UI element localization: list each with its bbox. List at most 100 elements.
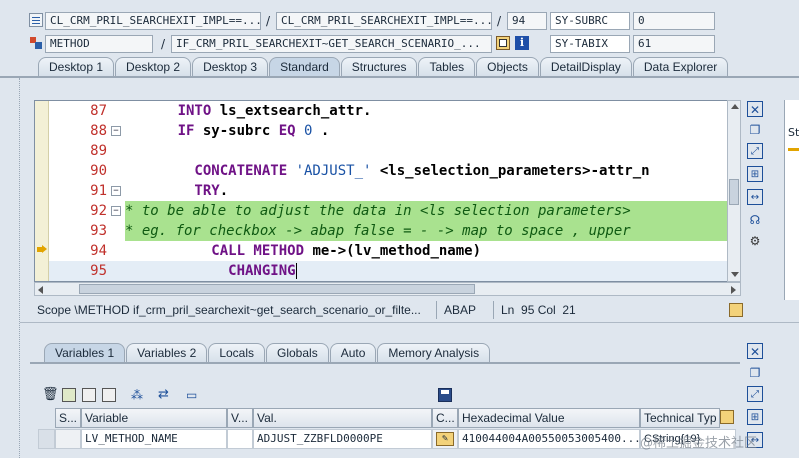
col-header-change[interactable]: C... <box>432 408 458 428</box>
swap-icon[interactable]: ⇄ <box>158 388 172 402</box>
tab-desktop-2[interactable]: Desktop 2 <box>115 57 192 77</box>
tab-objects[interactable]: Objects <box>476 57 539 77</box>
delete-icon[interactable]: 🗑 <box>42 388 59 402</box>
fold-toggle-icon[interactable]: − <box>111 126 121 136</box>
code-line[interactable]: 93 * eg. for checkbox -> abap false = - -… <box>90 221 728 241</box>
sysvar-name-field[interactable]: SY-SUBRC <box>550 12 630 30</box>
tab-strip-baseline <box>0 76 799 78</box>
type-field[interactable]: METHOD <box>45 35 153 53</box>
tab-structures[interactable]: Structures <box>340 57 418 77</box>
col-header-v[interactable]: V... <box>227 408 253 428</box>
resize-icon[interactable]: ↔ <box>747 189 763 205</box>
fold-toggle-icon[interactable]: − <box>111 186 121 196</box>
scroll-right-icon[interactable] <box>731 286 736 294</box>
code-token: <ls_selection_parameters>-attr_n <box>371 163 650 179</box>
line-number: 95 <box>90 263 107 279</box>
col-header-status[interactable]: S... <box>55 408 81 428</box>
separator: / <box>161 37 166 51</box>
info-icon[interactable]: i <box>515 36 529 50</box>
expand-icon[interactable]: ⊞ <box>747 166 763 182</box>
save-icon[interactable] <box>438 388 452 402</box>
folder-icon[interactable]: ▭ <box>186 388 200 402</box>
export-icon[interactable] <box>82 388 96 402</box>
copy-icon[interactable]: ❐ <box>747 122 763 138</box>
code-token: * to be able to adjust the data in <ls s… <box>125 203 631 219</box>
code-line[interactable]: 94 CALL METHOD me->(lv_method_name) <box>49 241 740 261</box>
tree-icon[interactable]: ⚙ <box>747 233 763 249</box>
code-text: TRY. <box>127 181 228 201</box>
column-settings-icon[interactable] <box>720 410 734 424</box>
code-text: INTO ls_extsearch_attr. <box>127 101 372 121</box>
cell-status <box>55 429 81 449</box>
tab-globals[interactable]: Globals <box>266 343 329 363</box>
code-line[interactable]: 95 CHANGING <box>49 261 740 281</box>
sysvar2-value-field[interactable]: 61 <box>633 35 715 53</box>
scroll-up-icon[interactable] <box>731 104 739 109</box>
include-field[interactable]: CL_CRM_PRIL_SEARCHEXIT_IMPL==... <box>276 12 492 30</box>
cell-value[interactable]: ADJUST_ZZBFLD0000PE <box>253 429 432 449</box>
tab-variables-2[interactable]: Variables 2 <box>126 343 208 363</box>
tab-standard[interactable]: Standard <box>269 57 340 77</box>
cell-edit[interactable]: ✎ <box>432 429 458 449</box>
line-number: 89 <box>90 143 107 159</box>
sysvar-value-field[interactable]: 0 <box>633 12 715 30</box>
tab-locals[interactable]: Locals <box>208 343 265 363</box>
copy-icon[interactable]: ❐ <box>747 365 763 381</box>
col-header-hex[interactable]: Hexadecimal Value <box>458 408 640 428</box>
maximize-icon[interactable]: ⤢ <box>747 143 763 159</box>
col-header-variable[interactable]: Variable <box>81 408 227 428</box>
save-list-icon[interactable] <box>102 388 116 402</box>
panel-divider[interactable] <box>20 322 799 325</box>
code-token: . <box>312 123 330 139</box>
code-horizontal-scrollbar[interactable] <box>34 282 741 296</box>
edit-icon[interactable] <box>496 36 510 50</box>
col-header-type[interactable]: Technical Typ <box>640 408 720 428</box>
line-number: 87 <box>90 103 107 119</box>
watermark: @稀土掘金技术社区 <box>640 436 758 451</box>
event-field[interactable]: IF_CRM_PRIL_SEARCHEXIT~GET_SEARCH_SCENAR… <box>171 35 492 53</box>
code-line[interactable]: 89 <box>49 141 740 161</box>
code-editor[interactable]: 87 INTO ls_extsearch_attr. 88− IF sy-subr… <box>34 100 741 282</box>
scroll-left-icon[interactable] <box>38 286 43 294</box>
close-icon[interactable]: ✕ <box>747 101 763 117</box>
code-token: . <box>219 183 229 199</box>
import-icon[interactable] <box>62 388 76 402</box>
code-line[interactable]: 87 INTO ls_extsearch_attr. <box>49 101 740 121</box>
tab-desktop-1[interactable]: Desktop 1 <box>38 57 115 77</box>
tab-variables-1[interactable]: Variables 1 <box>44 343 126 363</box>
tab-desktop-3[interactable]: Desktop 3 <box>192 57 269 77</box>
close-icon[interactable]: ✕ <box>747 343 763 359</box>
headset-icon[interactable]: ☊ <box>747 212 763 228</box>
code-line[interactable]: 90 CONCATENATE 'ADJUST_' <ls_selection_p… <box>49 161 740 181</box>
scroll-thumb[interactable] <box>79 284 475 294</box>
code-vertical-scrollbar[interactable] <box>727 100 741 282</box>
col-header-value[interactable]: Val. <box>253 408 432 428</box>
cell-hex[interactable]: 410044004A00550053005400... <box>458 429 640 449</box>
notes-icon[interactable] <box>729 303 743 317</box>
fold-toggle-icon[interactable]: − <box>111 206 121 216</box>
maximize-icon[interactable]: ⤢ <box>747 386 763 402</box>
main-tab-strip: Desktop 1 Desktop 2 Desktop 3 Standard Struc… <box>38 57 729 77</box>
status-separator <box>436 301 437 319</box>
code-line[interactable]: 92− * to be able to adjust the data in <l… <box>90 201 728 221</box>
line-field[interactable]: 94 <box>507 12 547 30</box>
tab-tables[interactable]: Tables <box>418 57 476 77</box>
tab-auto[interactable]: Auto <box>329 343 377 363</box>
scroll-thumb[interactable] <box>729 179 739 205</box>
breakpoint-gutter[interactable] <box>35 101 49 281</box>
cell-variable[interactable]: LV_METHOD_NAME <box>81 429 227 449</box>
code-text: IF sy-subrc EQ 0 . <box>127 121 330 141</box>
pencil-icon[interactable]: ✎ <box>436 432 454 446</box>
scroll-down-icon[interactable] <box>731 272 739 277</box>
tab-memory-analysis[interactable]: Memory Analysis <box>377 343 491 363</box>
code-line[interactable]: 88− IF sy-subrc EQ 0 . <box>49 121 740 141</box>
line-number: 93 <box>90 223 107 239</box>
program-field[interactable]: CL_CRM_PRIL_SEARCHEXIT_IMPL==... <box>45 12 261 30</box>
tab-detaildisplay[interactable]: DetailDisplay <box>539 57 632 77</box>
tab-data-explorer[interactable]: Data Explorer <box>632 57 729 77</box>
row-selector[interactable] <box>38 429 55 449</box>
code-line[interactable]: 91− TRY. <box>49 181 740 201</box>
sysvar2-name-field[interactable]: SY-TABIX <box>550 35 630 53</box>
hierarchy-icon[interactable]: ⁂ <box>131 388 145 402</box>
expand-icon[interactable]: ⊞ <box>747 409 763 425</box>
